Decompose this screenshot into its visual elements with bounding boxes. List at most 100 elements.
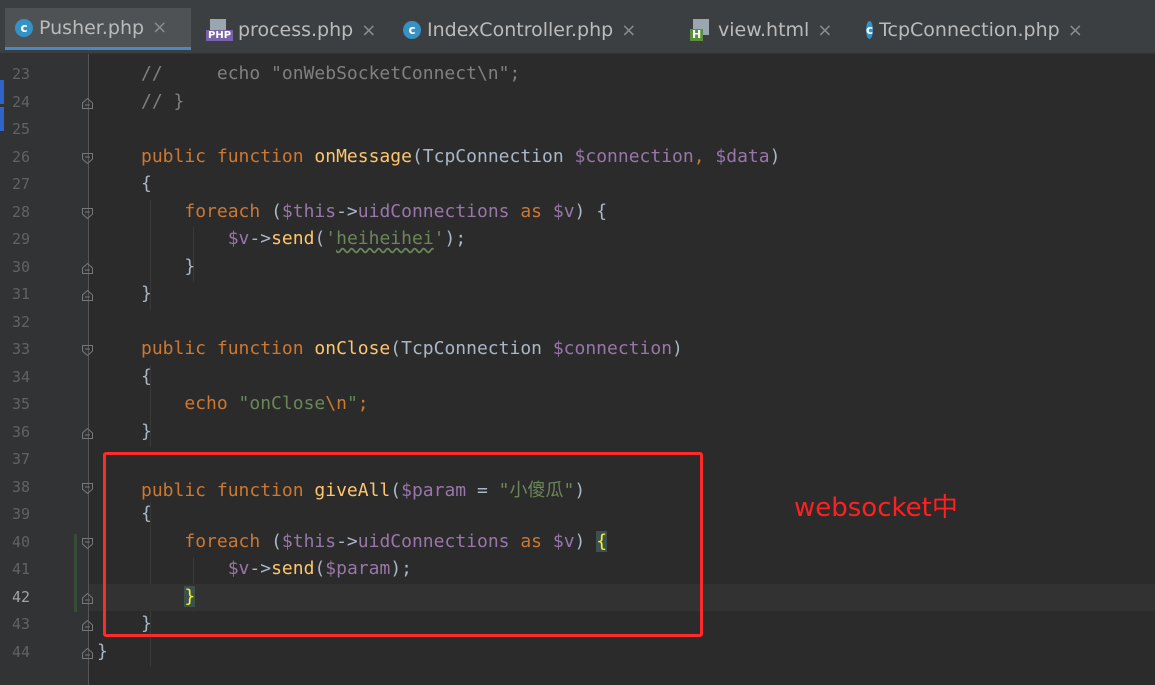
code-token: public: [141, 145, 217, 167]
fold-end-icon[interactable]: [82, 427, 93, 439]
code-line[interactable]: }: [141, 256, 195, 277]
php-class-icon: c: [403, 21, 421, 39]
tab-indexcontroller-php[interactable]: c IndexController.php ×: [393, 8, 675, 52]
line-number[interactable]: 34: [12, 368, 30, 386]
line-number[interactable]: 25: [12, 120, 30, 138]
code-token: ': [433, 228, 445, 249]
code-token: $this: [281, 200, 337, 222]
tab-label: process.php: [238, 19, 354, 41]
line-number[interactable]: 29: [12, 230, 30, 248]
code-line[interactable]: public function onMessage(TcpConnection …: [141, 146, 780, 167]
close-tab-icon[interactable]: ×: [1068, 20, 1083, 41]
code-token: function: [216, 145, 315, 167]
fold-start-icon[interactable]: [82, 207, 93, 219]
fold-end-icon[interactable]: [82, 97, 93, 109]
php-class-icon: c: [866, 21, 874, 39]
code-token: TcpConnection: [401, 338, 553, 359]
code-token: heiheihei: [336, 228, 434, 249]
code-token: function: [216, 338, 315, 359]
code-token: uidConnections: [357, 200, 521, 222]
php-file-icon: PHP: [206, 19, 234, 41]
code-token: }: [141, 420, 152, 442]
fold-start-icon[interactable]: [82, 482, 93, 494]
tab-label: Pusher.php: [39, 16, 145, 39]
code-token: onClose: [314, 338, 391, 359]
code-token: // echo "onWebSocketConnect\n";: [141, 63, 521, 84]
tab-label: TcpConnection.php: [879, 19, 1060, 41]
fold-end-icon[interactable]: [82, 620, 93, 631]
code-line[interactable]: // }: [141, 91, 184, 112]
line-number[interactable]: 38: [12, 478, 30, 496]
line-number[interactable]: 32: [12, 313, 30, 331]
code-token: ): [769, 145, 781, 167]
code-token: ->: [249, 228, 272, 249]
code-token: (: [271, 200, 282, 222]
code-token: }: [141, 283, 152, 304]
tab-view-html[interactable]: Hview.html ×: [680, 8, 851, 52]
vcs-change-marker[interactable]: [74, 533, 77, 612]
code-token: // }: [141, 90, 185, 112]
code-token: (: [390, 338, 402, 359]
fold-start-icon[interactable]: [82, 152, 93, 164]
code-line[interactable]: echo "onClose\n";: [141, 393, 368, 414]
code-token: onMessage: [314, 145, 412, 167]
line-number[interactable]: 27: [12, 175, 30, 193]
code-line[interactable]: $v->send('heiheihei');: [141, 228, 467, 249]
line-number[interactable]: 40: [12, 533, 30, 551]
line-number[interactable]: 31: [12, 285, 30, 303]
code-line[interactable]: }: [141, 283, 152, 304]
highlight-box: [103, 452, 703, 637]
tab-pusher-php[interactable]: c Pusher.php ×: [5, 8, 191, 50]
line-number[interactable]: 43: [12, 615, 30, 633]
line-number[interactable]: 24: [12, 93, 30, 111]
tab-process-php[interactable]: PHP process.php ×: [196, 8, 388, 52]
code-token: ': [325, 228, 337, 249]
tab-tcpconnection-php[interactable]: c TcpConnection.php ×: [856, 8, 1083, 52]
line-number[interactable]: 28: [12, 203, 30, 221]
editor-tab-bar: c Pusher.php × PHP process.php × c IndexControl…: [0, 0, 1155, 54]
code-token: $v: [227, 228, 250, 249]
fold-end-icon[interactable]: [82, 290, 93, 301]
fold-end-icon[interactable]: [82, 262, 93, 274]
fold-start-icon[interactable]: [82, 345, 93, 356]
code-token: );: [444, 228, 467, 249]
line-number[interactable]: 33: [12, 340, 30, 358]
code-line[interactable]: public function onClose(TcpConnection $c…: [141, 338, 683, 359]
line-number[interactable]: 41: [12, 560, 30, 578]
close-tab-icon[interactable]: ×: [152, 17, 167, 38]
code-token: ) {: [574, 200, 608, 222]
code-token: public: [141, 338, 217, 359]
code-line[interactable]: }: [141, 421, 152, 442]
line-number[interactable]: 23: [12, 65, 30, 83]
code-line[interactable]: foreach ($this->uidConnections as $v) {: [141, 201, 607, 222]
close-tab-icon[interactable]: ×: [817, 20, 832, 41]
code-line[interactable]: {: [141, 173, 152, 194]
code-token: foreach: [184, 200, 272, 222]
close-tab-icon[interactable]: ×: [361, 20, 376, 41]
line-number[interactable]: 37: [12, 450, 30, 468]
close-tab-icon[interactable]: ×: [621, 20, 636, 41]
code-line[interactable]: {: [141, 366, 152, 387]
code-token: as: [520, 200, 553, 222]
code-token: $data: [715, 145, 770, 167]
code-token: send: [271, 228, 315, 249]
line-number[interactable]: 35: [12, 395, 30, 413]
line-number[interactable]: 26: [12, 148, 30, 166]
fold-start-icon[interactable]: [82, 537, 93, 549]
code-line[interactable]: }: [97, 641, 108, 662]
gutter-marker: [0, 107, 4, 131]
line-number[interactable]: 36: [12, 423, 30, 441]
line-number[interactable]: 42: [12, 588, 30, 606]
line-number[interactable]: 39: [12, 505, 30, 523]
line-number[interactable]: 44: [12, 643, 30, 661]
code-token: ->: [336, 200, 358, 222]
fold-end-icon[interactable]: [82, 647, 93, 659]
code-token: echo: [184, 393, 239, 414]
code-token: \n: [325, 393, 347, 414]
fold-end-icon[interactable]: [82, 592, 93, 604]
code-line[interactable]: // echo "onWebSocketConnect\n";: [141, 63, 520, 84]
line-number[interactable]: 30: [12, 258, 30, 276]
